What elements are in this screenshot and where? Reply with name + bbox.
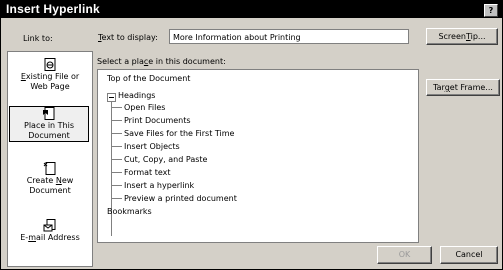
tree-item-bookmarks[interactable]: Bookmarks	[107, 207, 152, 216]
tree-item-heading[interactable]: Cut, Copy, and Paste	[124, 155, 207, 164]
tree-item-heading[interactable]: Preview a printed document	[124, 194, 237, 203]
tree-item-heading[interactable]: Open Files	[124, 103, 165, 112]
document-tree[interactable]: Top of the Document Headings Open Files …	[97, 69, 419, 243]
dialog-title: Insert Hyperlink	[6, 2, 100, 16]
target-frame-button[interactable]: Target Frame...	[426, 79, 500, 96]
title-bar: Insert Hyperlink ?	[1, 1, 502, 18]
place-email-address[interactable]: E-mail Address	[8, 219, 92, 243]
tree-item-heading[interactable]: Insert Objects	[124, 142, 180, 151]
new-document-icon	[43, 162, 56, 175]
tree-item-top-of-document[interactable]: Top of the Document	[107, 74, 190, 83]
tree-item-heading[interactable]: Save Files for the First Time	[124, 129, 234, 138]
place-existing-file[interactable]: Existing File or Web Page	[8, 58, 92, 92]
select-place-label: Select a place in this document:	[97, 57, 226, 66]
text-to-display-input[interactable]: More Information about Printing	[169, 29, 409, 44]
screentip-button[interactable]: ScreenTip...	[426, 28, 498, 45]
cancel-button[interactable]: Cancel	[440, 246, 498, 264]
tree-item-heading[interactable]: Print Documents	[124, 116, 191, 125]
places-bar: Existing File or Web Page Place in This …	[7, 51, 93, 267]
link-to-label: Link to:	[23, 34, 53, 43]
globe-document-icon	[44, 58, 56, 71]
insert-hyperlink-dialog: Insert Hyperlink ? Link to: Existing Fil…	[0, 0, 503, 270]
envelope-icon	[43, 219, 56, 232]
ok-button[interactable]: OK	[377, 246, 432, 264]
document-bookmark-icon	[43, 107, 55, 120]
tree-item-headings[interactable]: Headings	[118, 91, 155, 100]
place-in-this-document[interactable]: Place in This Document	[9, 106, 89, 142]
help-button[interactable]: ?	[484, 4, 498, 17]
place-create-new-document[interactable]: Create New Document	[8, 162, 92, 196]
tree-item-heading[interactable]: Format text	[124, 168, 171, 177]
text-to-display-label: Text to display:	[98, 33, 158, 42]
tree-item-heading[interactable]: Insert a hyperlink	[124, 181, 194, 190]
collapse-icon[interactable]	[107, 93, 116, 102]
